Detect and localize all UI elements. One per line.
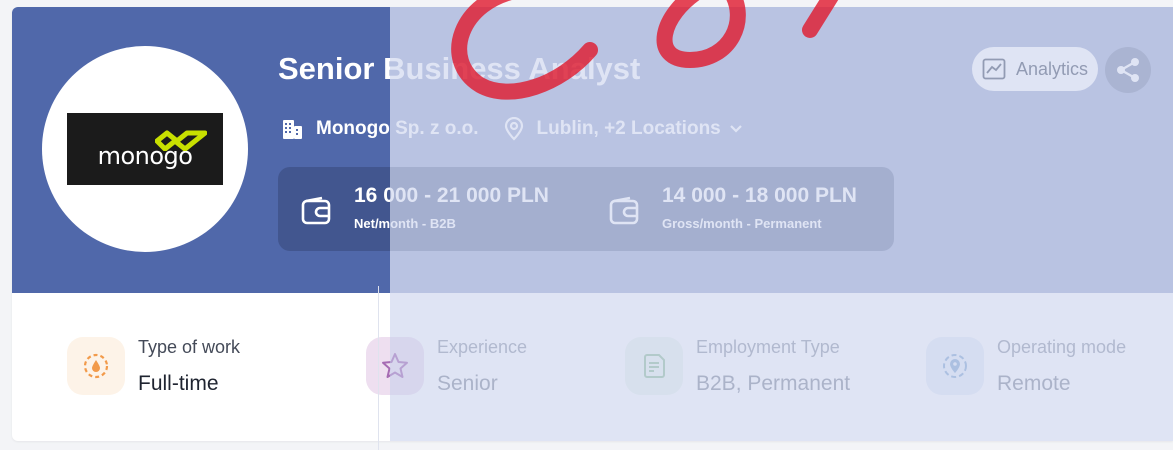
building-icon bbox=[280, 117, 304, 141]
salary-b2b: 16 000 - 21 000 PLN Net/month - B2B bbox=[300, 184, 549, 231]
analytics-button[interactable]: Analytics bbox=[972, 47, 1098, 91]
detail-label: Operating mode bbox=[997, 337, 1127, 357]
overlay-divider bbox=[378, 286, 379, 450]
salary-amount: 14 000 - 18 000 PLN bbox=[662, 184, 857, 207]
share-button[interactable] bbox=[1105, 47, 1151, 93]
company-name[interactable]: Monogo Sp. z o.o. bbox=[316, 118, 479, 140]
salary-panel: 16 000 - 21 000 PLN Net/month - B2B 14 0… bbox=[278, 167, 894, 251]
chevron-down-icon[interactable] bbox=[729, 124, 743, 134]
contract-icon bbox=[625, 337, 683, 395]
salary-detail: Net/month - B2B bbox=[354, 216, 456, 231]
analytics-label: Analytics bbox=[1015, 58, 1089, 79]
detail-experience: Experience Senior bbox=[366, 337, 527, 396]
detail-employment-type: Employment Type B2B, Permanent bbox=[625, 337, 850, 396]
company-logo-circle: monogo bbox=[42, 46, 248, 252]
detail-label: Employment Type bbox=[696, 337, 840, 357]
job-offer-card: monogo Senior Business Analyst Monogo Sp… bbox=[12, 7, 1173, 441]
chart-line-icon bbox=[982, 58, 1006, 80]
detail-type-of-work: Type of work Full-time bbox=[67, 337, 240, 396]
star-icon bbox=[366, 337, 424, 395]
location-pin-icon bbox=[926, 337, 984, 395]
detail-value: B2B, Permanent bbox=[696, 372, 851, 395]
job-location[interactable]: Lublin, +2 Locations bbox=[537, 118, 721, 140]
company-logo: monogo bbox=[67, 113, 223, 185]
share-icon bbox=[1117, 58, 1139, 82]
detail-label: Experience bbox=[437, 337, 528, 357]
location-icon bbox=[503, 117, 525, 141]
wallet-icon bbox=[300, 196, 334, 231]
salary-permanent: 14 000 - 18 000 PLN Gross/month - Perman… bbox=[608, 184, 857, 231]
salary-amount: 16 000 - 21 000 PLN bbox=[354, 184, 549, 207]
detail-value: Full-time bbox=[138, 372, 219, 395]
job-title: Senior Business Analyst bbox=[278, 51, 641, 86]
salary-detail: Gross/month - Permanent bbox=[662, 216, 822, 231]
detail-label: Type of work bbox=[138, 337, 241, 357]
detail-operating-mode: Operating mode Remote bbox=[926, 337, 1126, 396]
gauge-icon bbox=[67, 337, 125, 395]
detail-value: Remote bbox=[997, 372, 1071, 395]
wallet-icon bbox=[608, 196, 642, 231]
logo-mark-icon bbox=[155, 130, 207, 151]
detail-value: Senior bbox=[437, 372, 498, 395]
job-meta-row: Monogo Sp. z o.o. Lublin, +2 Locations bbox=[280, 117, 743, 141]
